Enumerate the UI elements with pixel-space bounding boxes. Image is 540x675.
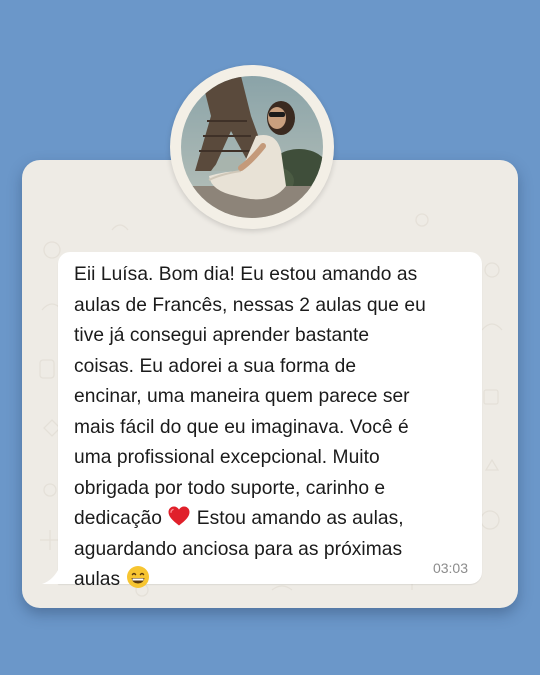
profile-photo-icon	[181, 76, 323, 218]
message-line: mais fácil do que eu imaginava. Você é	[74, 416, 409, 438]
message-line: encinar, uma maneira quem parece ser	[74, 386, 410, 407]
message-line: Eii Luísa. Bom dia! Eu estou amando as	[74, 264, 418, 285]
message-line: aguardando anciosa para as próximas	[74, 538, 403, 560]
avatar-frame	[170, 65, 334, 229]
message-line: uma profissional excepcional. Muito	[74, 447, 380, 468]
message-line: aulas de Francês, nessas 2 aulas que eu	[74, 294, 426, 316]
grinning-face-icon	[126, 566, 149, 588]
message-line: obrigada por todo suporte, carinho e	[74, 477, 386, 499]
chat-card: Eii Luísa. Bom dia! Eu estou amando as a…	[22, 160, 518, 608]
message-line: aulas	[74, 569, 121, 590]
avatar[interactable]	[181, 76, 323, 218]
message-bubble[interactable]: Eii Luísa. Bom dia! Eu estou amando as a…	[58, 252, 482, 590]
message-line: dedicação	[74, 508, 162, 529]
message-line: coisas. Eu adorei a sua forma de	[74, 355, 357, 377]
bubble-tail	[42, 566, 60, 584]
message-line: Estou amando as aulas,	[196, 508, 404, 529]
message-timestamp: 03:03	[432, 560, 468, 576]
red-heart-icon	[168, 506, 190, 526]
message-line: tive já consegui aprender bastante	[74, 325, 370, 346]
message-text: Eii Luísa. Bom dia! Eu estou amando as a…	[74, 260, 476, 596]
